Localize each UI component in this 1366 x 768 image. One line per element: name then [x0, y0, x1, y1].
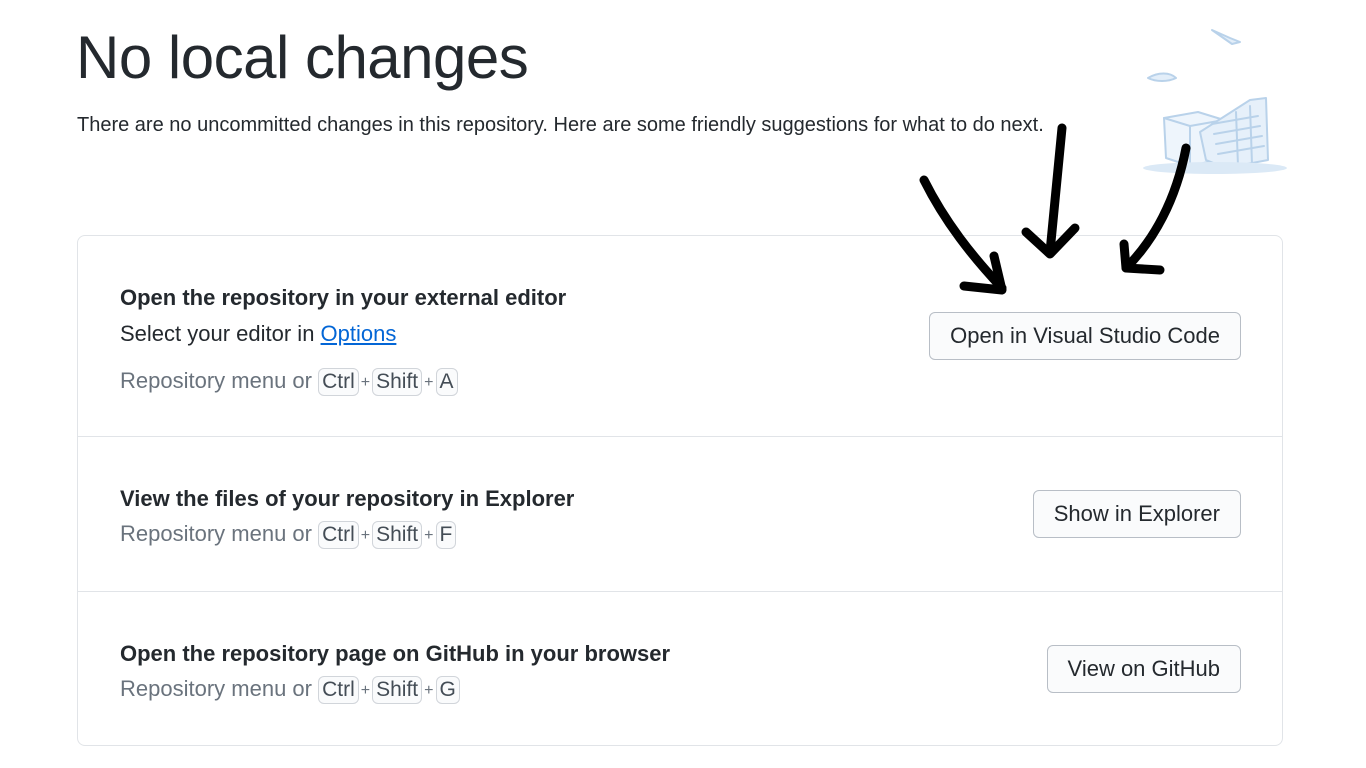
key-letter: F: [435, 521, 457, 549]
key-shift: Shift: [372, 368, 423, 396]
shortcut-hint: Repository menu or Ctrl + Shift + A: [120, 366, 458, 398]
shortcut-prefix: Repository menu or: [120, 521, 312, 546]
options-link[interactable]: Options: [321, 321, 397, 346]
page-title: No local changes: [76, 24, 529, 91]
empty-state-illustration-icon: [1143, 29, 1287, 174]
key-separator: +: [360, 374, 371, 391]
suggestion-description: Select your editor in Options: [120, 320, 396, 348]
key-separator: +: [424, 682, 434, 699]
show-in-explorer-button[interactable]: Show in Explorer: [1032, 490, 1241, 538]
shortcut-prefix: Repository menu or: [120, 368, 312, 393]
key-ctrl: Ctrl: [318, 676, 359, 704]
key-ctrl: Ctrl: [318, 521, 359, 549]
suggestion-title: Open the repository in your external edi…: [120, 285, 567, 310]
shortcut-hint: Repository menu or Ctrl + Shift + F: [120, 519, 457, 551]
key-letter: A: [435, 368, 458, 396]
suggestion-title: View the files of your repository in Exp…: [120, 486, 575, 511]
suggestion-row-show-explorer: View the files of your repository in Exp…: [78, 437, 1282, 592]
no-changes-view: No local changes There are no uncommitte…: [0, 0, 1366, 768]
key-shift: Shift: [372, 521, 423, 549]
suggestion-row-view-github: Open the repository page on GitHub in yo…: [78, 592, 1282, 746]
key-letter: G: [435, 676, 460, 704]
suggestion-title: Open the repository page on GitHub in yo…: [120, 641, 671, 666]
view-on-github-button[interactable]: View on GitHub: [1046, 645, 1241, 693]
suggestions-card: Open the repository in your external edi…: [77, 235, 1283, 746]
shortcut-hint: Repository menu or Ctrl + Shift + G: [120, 674, 460, 706]
key-separator: +: [360, 527, 371, 544]
key-shift: Shift: [372, 676, 423, 704]
shortcut-prefix: Repository menu or: [120, 676, 312, 701]
key-separator: +: [360, 682, 371, 699]
suggestion-row-open-editor: Open the repository in your external edi…: [78, 236, 1282, 437]
key-ctrl: Ctrl: [318, 368, 359, 396]
arrow-middle: [1045, 123, 1067, 257]
page-subtitle: There are no uncommitted changes in this…: [77, 114, 1044, 136]
description-prefix: Select your editor in: [120, 321, 321, 346]
key-separator: +: [424, 527, 434, 544]
key-separator: +: [424, 374, 434, 391]
open-in-vscode-button[interactable]: Open in Visual Studio Code: [929, 312, 1241, 360]
